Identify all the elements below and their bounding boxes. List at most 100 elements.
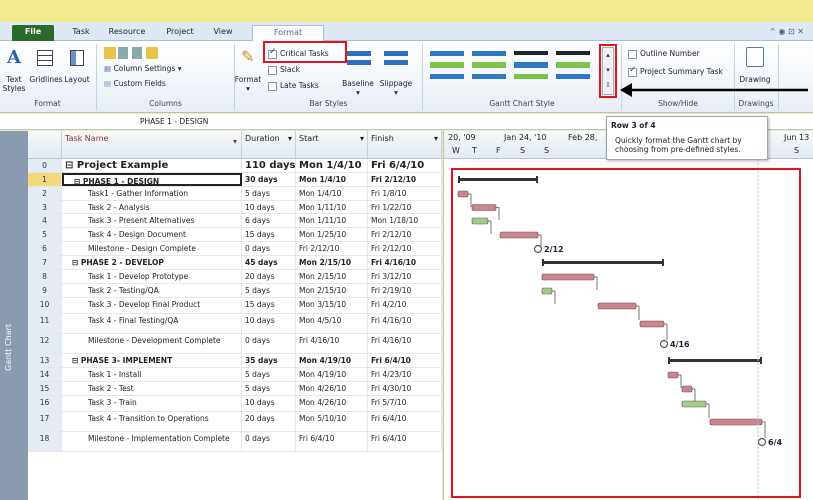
finish-cell[interactable]: Fri 6/4/10 bbox=[368, 412, 442, 431]
finish-cell[interactable]: Fri 4/16/10 bbox=[368, 256, 442, 269]
project-summary-task-check[interactable] bbox=[628, 66, 637, 77]
task-name-cell[interactable]: Task 3 - Develop Final Product bbox=[62, 298, 242, 313]
row-id[interactable]: 11 bbox=[28, 314, 62, 333]
task-name-cell[interactable]: Task 2 - Testing/QA bbox=[62, 284, 242, 297]
task-name-cell[interactable]: Task 2 - Analysis bbox=[62, 201, 242, 213]
baseline-button[interactable]: Baseline ▾ bbox=[338, 79, 378, 97]
header-finish[interactable]: Finish ▾ bbox=[368, 131, 442, 159]
duration-cell[interactable]: 0 days bbox=[242, 334, 296, 353]
finish-cell[interactable]: Fri 1/8/10 bbox=[368, 187, 442, 200]
row-id[interactable]: 0 bbox=[28, 159, 62, 172]
start-cell[interactable]: Mon 2/15/10 bbox=[296, 256, 368, 269]
tab-format[interactable]: Format bbox=[252, 25, 324, 41]
duration-cell[interactable]: 10 days bbox=[242, 201, 296, 213]
gridlines-button[interactable]: Gridlines bbox=[26, 75, 66, 84]
finish-cell[interactable]: Fri 2/19/10 bbox=[368, 284, 442, 297]
duration-cell[interactable]: 110 days bbox=[242, 159, 296, 172]
finish-cell[interactable]: Fri 4/16/10 bbox=[368, 314, 442, 333]
finish-cell[interactable]: Fri 6/4/10 bbox=[368, 159, 442, 172]
task-name-cell[interactable]: ⊟ PHASE 2 - DEVELOP bbox=[62, 256, 242, 269]
start-cell[interactable]: Fri 6/4/10 bbox=[296, 432, 368, 451]
task-name-cell[interactable]: Task 4 - Transition to Operations bbox=[62, 412, 242, 431]
duration-cell[interactable]: 10 days bbox=[242, 314, 296, 333]
start-cell[interactable]: Mon 1/11/10 bbox=[296, 214, 368, 227]
finish-cell[interactable]: Fri 4/16/10 bbox=[368, 334, 442, 353]
row-id[interactable]: 8 bbox=[28, 270, 62, 283]
table-row[interactable]: 11 Task 4 - Final Testing/QA 10 days Mon 4/… bbox=[28, 314, 442, 334]
finish-cell[interactable]: Fri 4/23/10 bbox=[368, 368, 442, 381]
task-name-cell[interactable]: Task 3 - Present Alternatives bbox=[62, 214, 242, 227]
table-row[interactable]: 9 Task 2 - Testing/QA 5 days Mon 2/15/10 Fri… bbox=[28, 284, 442, 298]
outline-number-check[interactable] bbox=[628, 49, 637, 59]
start-cell[interactable]: Mon 4/26/10 bbox=[296, 396, 368, 411]
table-row[interactable]: 16 Task 3 - Train 10 days Mon 4/26/10 Fri 5/… bbox=[28, 396, 442, 412]
header-duration[interactable]: Duration ▾ bbox=[242, 131, 296, 159]
collapse-icon[interactable]: ⊟ bbox=[72, 258, 81, 267]
duration-cell[interactable]: 6 days bbox=[242, 214, 296, 227]
table-row[interactable]: 18 Milestone - Implementation Complete 0 d… bbox=[28, 432, 442, 452]
duration-cell[interactable]: 5 days bbox=[242, 284, 296, 297]
row-id[interactable]: 17 bbox=[28, 412, 62, 431]
task-name-cell[interactable]: Task 2 - Test bbox=[62, 382, 242, 395]
start-cell[interactable]: Mon 3/15/10 bbox=[296, 298, 368, 313]
start-cell[interactable]: Mon 1/4/10 bbox=[296, 159, 368, 172]
start-cell[interactable]: Mon 4/19/10 bbox=[296, 368, 368, 381]
task-name-cell[interactable]: Milestone - Development Complete bbox=[62, 334, 242, 353]
duration-cell[interactable]: 0 days bbox=[242, 432, 296, 451]
start-cell[interactable]: Mon 5/10/10 bbox=[296, 412, 368, 431]
project-summary-task-checkbox[interactable]: Project Summary Task bbox=[628, 66, 738, 77]
row-id[interactable]: 7 bbox=[28, 256, 62, 269]
table-row[interactable]: 3 Task 2 - Analysis 10 days Mon 1/11/10 Fri … bbox=[28, 201, 442, 214]
start-cell[interactable]: Mon 2/15/10 bbox=[296, 284, 368, 297]
table-row[interactable]: 12 Milestone - Development Complete 0 days… bbox=[28, 334, 442, 354]
task-name-cell[interactable]: ⊟ PHASE 1 - DESIGN bbox=[62, 173, 242, 186]
row-id[interactable]: 6 bbox=[28, 242, 62, 255]
duration-cell[interactable]: 10 days bbox=[242, 396, 296, 411]
table-row[interactable]: 2 Task1 - Gather Information 5 days Mon 1/4… bbox=[28, 187, 442, 201]
task-name-cell[interactable]: Milestone - Design Complete bbox=[62, 242, 242, 255]
finish-cell[interactable]: Fri 6/4/10 bbox=[368, 354, 442, 367]
gantt-style-4[interactable] bbox=[556, 51, 590, 85]
task-name-cell[interactable]: Task 1 - Install bbox=[62, 368, 242, 381]
late-tasks-checkbox[interactable]: Late Tasks bbox=[268, 81, 338, 91]
custom-fields-button[interactable]: ▤ Custom Fields bbox=[104, 79, 224, 88]
start-cell[interactable]: Fri 2/12/10 bbox=[296, 242, 368, 255]
table-row[interactable]: 14 Task 1 - Install 5 days Mon 4/19/10 Fri 4… bbox=[28, 368, 442, 382]
table-row[interactable]: 15 Task 2 - Test 5 days Mon 4/26/10 Fri 4/30… bbox=[28, 382, 442, 396]
task-name-cell[interactable]: Task 4 - Final Testing/QA bbox=[62, 314, 242, 333]
tab-project[interactable]: Project bbox=[160, 25, 200, 41]
row-id[interactable]: 5 bbox=[28, 228, 62, 241]
finish-cell[interactable]: Fri 4/30/10 bbox=[368, 382, 442, 395]
table-row[interactable]: 7 ⊟ PHASE 2 - DEVELOP 45 days Mon 2/15/10 Fr… bbox=[28, 256, 442, 270]
duration-cell[interactable]: 30 days bbox=[242, 173, 296, 186]
tab-resource[interactable]: Resource bbox=[104, 25, 150, 41]
row-id[interactable]: 9 bbox=[28, 284, 62, 297]
duration-cell[interactable]: 45 days bbox=[242, 256, 296, 269]
start-cell[interactable]: Mon 1/25/10 bbox=[296, 228, 368, 241]
gantt-style-2[interactable] bbox=[472, 51, 506, 85]
finish-cell[interactable]: Fri 6/4/10 bbox=[368, 432, 442, 451]
start-cell[interactable]: Mon 2/15/10 bbox=[296, 270, 368, 283]
duration-cell[interactable]: 15 days bbox=[242, 228, 296, 241]
finish-cell[interactable]: Fri 1/22/10 bbox=[368, 201, 442, 213]
column-settings-button[interactable]: ▦ Column Settings ▾ bbox=[104, 64, 224, 73]
slippage-button[interactable]: Slippage ▾ bbox=[376, 79, 416, 97]
tab-task[interactable]: Task bbox=[66, 25, 96, 41]
table-row[interactable]: 17 Task 4 - Transition to Operations 20 da… bbox=[28, 412, 442, 432]
tab-view[interactable]: View bbox=[208, 25, 238, 41]
task-name-cell[interactable]: Milestone - Implementation Complete bbox=[62, 432, 242, 451]
table-row[interactable]: 0 ⊟ Project Example 110 days Mon 1/4/10 Fri … bbox=[28, 159, 442, 173]
table-row[interactable]: 6 Milestone - Design Complete 0 days Fri 2/… bbox=[28, 242, 442, 256]
task-name-cell[interactable]: Task 4 - Design Document bbox=[62, 228, 242, 241]
task-name-cell[interactable]: Task 3 - Train bbox=[62, 396, 242, 411]
task-name-cell[interactable]: Task1 - Gather Information bbox=[62, 187, 242, 200]
duration-cell[interactable]: 35 days bbox=[242, 354, 296, 367]
finish-cell[interactable]: Fri 2/12/10 bbox=[368, 242, 442, 255]
duration-cell[interactable]: 20 days bbox=[242, 270, 296, 283]
finish-cell[interactable]: Fri 2/12/10 bbox=[368, 228, 442, 241]
row-id[interactable]: 12 bbox=[28, 334, 62, 353]
late-tasks-check[interactable] bbox=[268, 81, 277, 91]
slack-check[interactable] bbox=[268, 65, 277, 75]
duration-cell[interactable]: 5 days bbox=[242, 382, 296, 395]
duration-cell[interactable]: 5 days bbox=[242, 187, 296, 200]
